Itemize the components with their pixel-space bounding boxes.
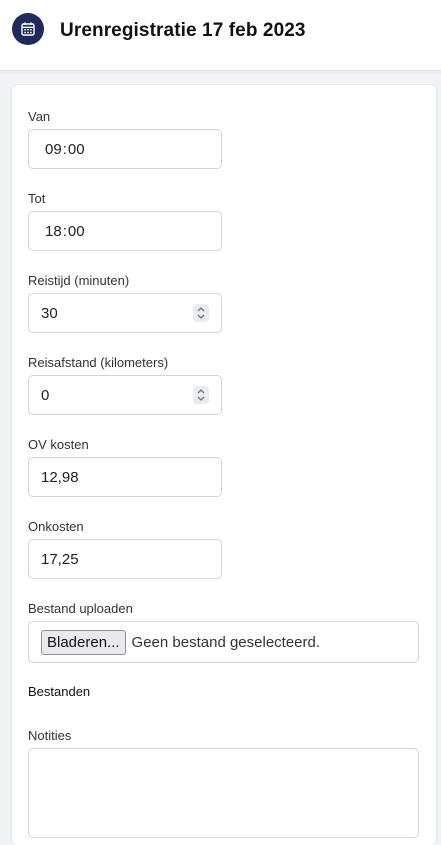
page-title: Urenregistratie 17 feb 2023: [60, 20, 306, 41]
reistijd-input[interactable]: 30: [28, 293, 222, 333]
onkosten-value: 17,25: [41, 550, 79, 568]
ov-kosten-label: OV kosten: [28, 437, 89, 452]
van-hours[interactable]: 09: [45, 141, 62, 158]
van-label: Van: [28, 109, 51, 124]
upload-label: Bestand uploaden: [28, 601, 133, 616]
tot-minutes[interactable]: 00: [68, 223, 85, 240]
reistijd-value: 30: [41, 304, 58, 322]
reisafstand-spinner-icon[interactable]: [193, 386, 209, 404]
ov-kosten-value: 12,98: [41, 468, 79, 486]
tot-hours[interactable]: 18: [45, 223, 62, 240]
notities-label: Notities: [28, 728, 72, 743]
reisafstand-input[interactable]: 0: [28, 375, 222, 415]
onkosten-input[interactable]: 17,25: [28, 539, 222, 579]
reisafstand-value: 0: [41, 386, 50, 404]
calendar-icon: [12, 13, 44, 45]
browse-button[interactable]: Bladeren...: [41, 629, 126, 655]
tot-label: Tot: [28, 191, 46, 206]
file-upload-input[interactable]: Bladeren... Geen bestand geselecteerd.: [28, 621, 419, 663]
reisafstand-label: Reisafstand (kilometers): [28, 355, 169, 370]
ov-kosten-input[interactable]: 12,98: [28, 457, 222, 497]
van-time-input[interactable]: 09:00: [28, 129, 222, 169]
file-status-text: Geen bestand geselecteerd.: [131, 633, 321, 651]
reistijd-label: Reistijd (minuten): [28, 273, 130, 288]
tot-time-input[interactable]: 18:00: [28, 211, 222, 251]
van-minutes[interactable]: 00: [68, 141, 85, 158]
time-separator: :: [62, 222, 67, 240]
bestanden-heading: Bestanden: [28, 684, 91, 699]
reistijd-spinner-icon[interactable]: [193, 304, 209, 322]
notities-textarea[interactable]: [28, 748, 419, 838]
onkosten-label: Onkosten: [28, 519, 84, 534]
time-separator: :: [62, 140, 67, 158]
page-header: Urenregistratie 17 feb 2023: [0, 0, 441, 71]
